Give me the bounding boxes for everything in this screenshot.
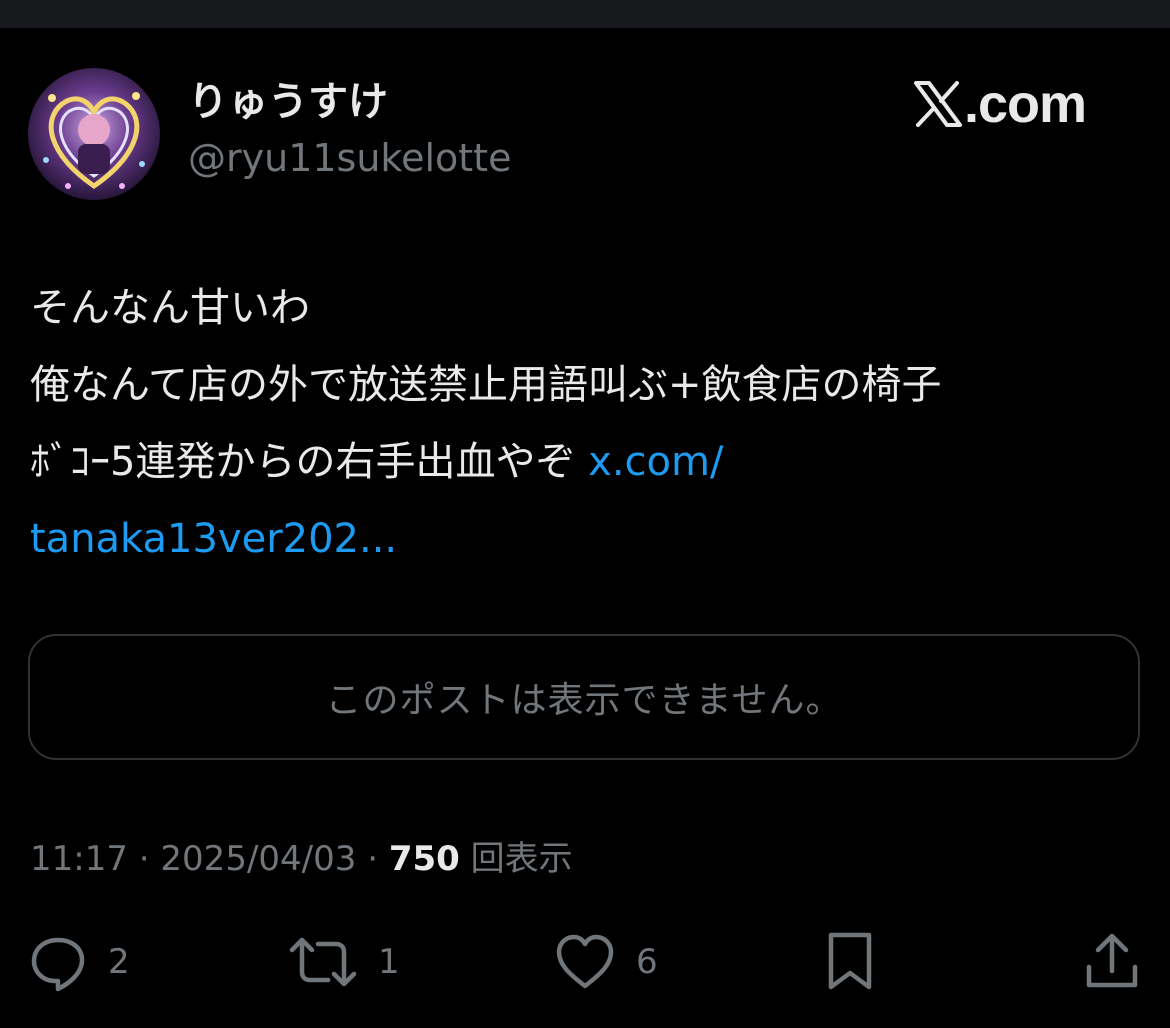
reply-count: 2	[108, 942, 130, 982]
x-logo-icon	[914, 81, 962, 127]
repost-count: 1	[378, 942, 400, 982]
post-body: そんなん甘いわ 俺なんて店の外で放送禁止用語叫ぶ+飲食店の椅子 ﾎﾞｺｰ5連発か…	[30, 270, 1140, 578]
share-icon	[1086, 933, 1138, 988]
bookmark-icon	[828, 932, 872, 990]
repost-button[interactable]: 1	[288, 930, 400, 994]
meta-separator: ·	[127, 839, 161, 879]
views-count: 750	[388, 839, 460, 879]
like-button[interactable]: 6	[554, 930, 658, 994]
like-icon	[556, 934, 614, 989]
brand-text: .com	[964, 74, 1087, 134]
post-line-2: 俺なんて店の外で放送禁止用語叫ぶ+飲食店の椅子	[30, 362, 942, 408]
author-handle[interactable]: @ryu11sukelotte	[188, 134, 511, 182]
meta-separator: ·	[356, 839, 389, 879]
bookmark-button[interactable]	[826, 930, 874, 994]
post-line-3-text: ﾎﾞｺｰ5連発からの右手出血やぞ	[30, 439, 589, 485]
post-date[interactable]: 2025/04/03	[160, 839, 356, 879]
repost-icon	[289, 937, 357, 987]
post-link-part1[interactable]: x.com/	[588, 439, 723, 485]
reply-icon	[31, 937, 85, 992]
unavailable-message: このポストは表示できません。	[325, 680, 843, 721]
avatar-image	[28, 68, 160, 200]
avatar[interactable]	[28, 68, 160, 200]
post-link-part2[interactable]: tanaka13ver202...	[30, 501, 1140, 578]
share-button[interactable]	[1084, 930, 1140, 994]
post-meta: 11:17 · 2025/04/03 · 750 回表示	[30, 834, 573, 884]
post-time[interactable]: 11:17	[30, 839, 128, 879]
post-line-1: そんなん甘いわ	[30, 285, 310, 331]
views-label: 回表示	[470, 839, 573, 879]
post-line-3: ﾎﾞｺｰ5連発からの右手出血やぞ x.com/	[30, 424, 1140, 501]
like-count: 6	[636, 942, 658, 982]
quoted-post-unavailable: このポストは表示できません。	[28, 634, 1140, 760]
top-status-strip	[0, 0, 1170, 28]
brand-watermark: .com	[914, 74, 1087, 134]
reply-button[interactable]: 2	[28, 930, 130, 994]
author-display-name[interactable]: りゅうすけ	[188, 74, 388, 130]
